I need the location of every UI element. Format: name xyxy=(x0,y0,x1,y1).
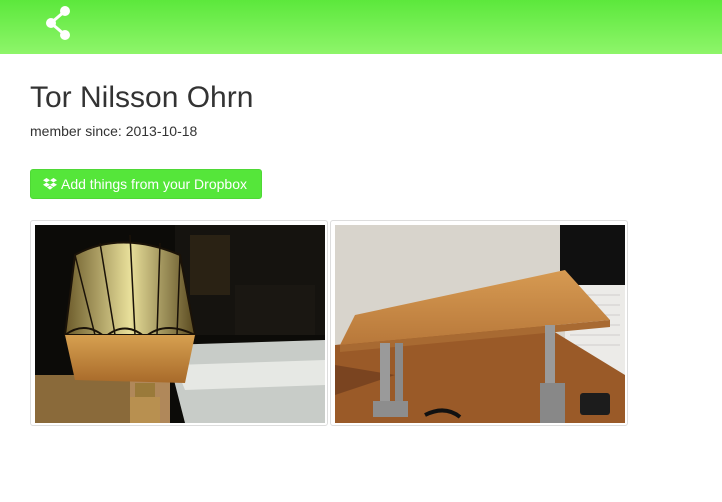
desk-photo xyxy=(335,225,625,423)
top-bar xyxy=(0,0,722,54)
photo-gallery xyxy=(30,220,628,426)
share-icon[interactable] xyxy=(43,4,73,42)
member-since: member since: 2013-10-18 xyxy=(30,123,198,139)
dropbox-icon xyxy=(43,178,57,190)
gallery-item-lamp[interactable] xyxy=(30,220,328,426)
add-from-dropbox-label: Add things from your Dropbox xyxy=(61,176,247,192)
lamp-photo xyxy=(35,225,325,423)
add-from-dropbox-button[interactable]: Add things from your Dropbox xyxy=(30,169,262,199)
profile-content: Tor Nilsson Ohrn member since: 2013-10-1… xyxy=(30,80,690,426)
gallery-item-desk[interactable] xyxy=(330,220,628,426)
profile-name: Tor Nilsson Ohrn xyxy=(30,81,254,114)
